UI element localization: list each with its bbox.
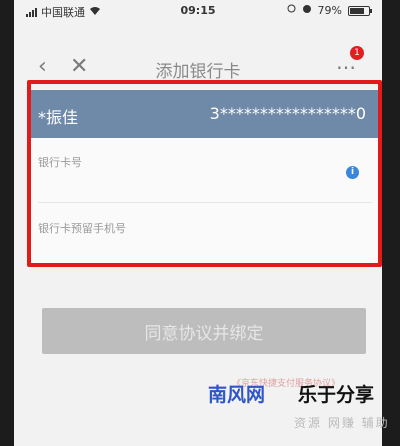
battery-icon: [348, 5, 372, 16]
watermark-brand-blue: 南风网: [208, 384, 266, 406]
watermark-subtitle: 资源 网赚 辅助: [294, 416, 390, 430]
status-right: 79%: [287, 4, 372, 17]
watermark: 南风网 乐于分享 资源 网赚 辅助: [208, 380, 398, 446]
battery-percent: 79%: [317, 4, 342, 17]
status-bar: 中国联通 09:15 79%: [14, 0, 382, 22]
page-title: 添加银行卡: [155, 62, 241, 82]
highlight-box: [27, 80, 382, 267]
watermark-brand-black: 乐于分享: [298, 384, 375, 406]
agree-bind-button[interactable]: 同意协议并绑定: [42, 308, 366, 354]
location-icon: [287, 4, 296, 17]
battery-fill: [350, 7, 365, 14]
notification-badge: 1: [350, 46, 364, 60]
alarm-icon: [302, 4, 312, 17]
